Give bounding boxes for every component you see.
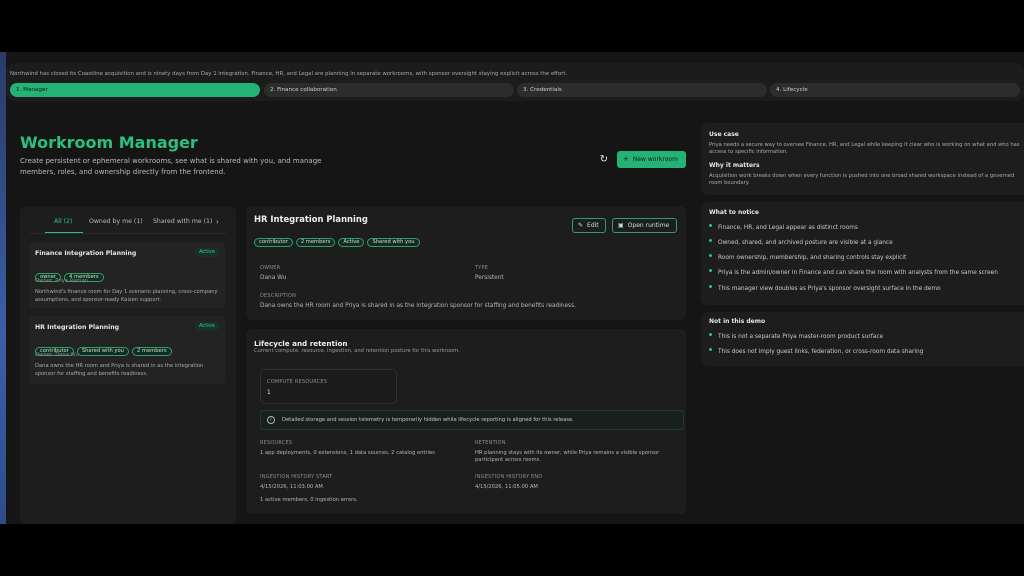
info-icon: i <box>267 416 275 424</box>
compute-label: COMPUTE RESOURCES <box>267 379 328 385</box>
description-label: DESCRIPTION <box>260 293 297 299</box>
use-case-text: Priya needs a secure way to oversee Fina… <box>709 142 1020 156</box>
bullet-icon <box>709 333 712 336</box>
description-value: Dana owns the HR room and Priya is share… <box>260 303 576 309</box>
active-tab-indicator <box>45 232 83 233</box>
list-item-finance[interactable]: Finance Integration Planning Active owne… <box>29 242 225 308</box>
lifecycle-title: Lifecycle and retention <box>254 339 348 348</box>
notice-item: Room ownership, membership, and sharing … <box>718 255 907 261</box>
why-title: Why it matters <box>709 162 760 169</box>
tabs-divider <box>30 233 226 234</box>
new-workroom-button[interactable]: + New workroom <box>617 151 686 168</box>
plus-icon: + <box>623 155 629 163</box>
resources-value: 1 app deployments, 0 extensions, 1 data … <box>260 450 435 456</box>
ingest-start-value: 4/15/2026, 11:03:00 AM <box>260 484 323 490</box>
notice-item: Finance, HR, and Legal appear as distinc… <box>718 225 858 231</box>
edit-label: Edit <box>587 222 599 229</box>
status-badge: Active <box>194 248 219 257</box>
page-title: Workroom Manager <box>20 133 198 152</box>
step-finance-collaboration[interactable]: 2. Finance collaboration <box>264 83 514 97</box>
lifecycle-footer: 1 active members, 0 ingestion errors. <box>260 497 358 503</box>
compute-resources-box: COMPUTE RESOURCES 1 <box>260 369 397 404</box>
detail-chips: contributor 2 members Active Shared with yo… <box>254 228 423 247</box>
step-manager[interactable]: 1. Manager <box>10 83 260 97</box>
ingest-end-value: 4/15/2026, 11:05:00 AM <box>475 484 538 490</box>
refresh-icon[interactable]: ↻ <box>598 154 610 166</box>
shared-chip: Shared with you <box>367 238 420 247</box>
chevron-right-icon[interactable]: › <box>216 218 219 226</box>
room-description: Dana owns the HR room and Priya is share… <box>35 363 204 377</box>
page-subtitle: Create persistent or ephemeral workrooms… <box>20 157 322 176</box>
notice-item: Priya is the admin/owner in Finance and … <box>718 270 998 276</box>
members-chip: 2 members <box>295 238 336 247</box>
step-lifecycle[interactable]: 4. Lifecycle <box>770 83 1020 97</box>
room-title: Finance Integration Planning <box>35 250 137 257</box>
open-runtime-button[interactable]: ▣ Open runtime <box>612 218 677 233</box>
telemetry-notice: i Detailed storage and session telemetry… <box>260 410 684 430</box>
bullet-icon <box>709 269 712 272</box>
telemetry-notice-text: Detailed storage and session telemetry i… <box>282 417 574 423</box>
not-item: This is not a separate Priya master-room… <box>718 334 884 340</box>
ingest-end-label: INGESTION HISTORY END <box>475 474 543 480</box>
terminal-icon: ▣ <box>618 222 624 229</box>
type-value: Persistent <box>475 275 504 281</box>
role-chip: contributor <box>254 238 293 247</box>
retention-label: RETENTION <box>475 440 506 446</box>
bullet-icon <box>709 348 712 351</box>
room-title: HR Integration Planning <box>35 324 120 331</box>
bullet-icon <box>709 239 712 242</box>
not-in-demo-title: Not in this demo <box>709 318 766 325</box>
tab-shared[interactable]: Shared with me (1) <box>153 218 212 225</box>
tab-all[interactable]: All (2) <box>54 218 72 225</box>
resources-label: RESOURCES <box>260 440 293 446</box>
retention-value: HR planning stays with its owner, while … <box>475 450 660 464</box>
edit-icon: ✎ <box>578 222 584 229</box>
use-case-title: Use case <box>709 131 739 138</box>
window-edge <box>0 52 6 524</box>
not-item: This does not imply guest links, federat… <box>718 349 924 355</box>
type-label: TYPE <box>475 265 489 271</box>
bullet-icon <box>709 254 712 257</box>
lifecycle-subtitle: Current compute, resource, ingestion, an… <box>254 348 460 354</box>
ingest-start-label: INGESTION HISTORY START <box>260 474 333 480</box>
scenario-text: Northwind has closed its Coastline acqui… <box>10 71 568 77</box>
new-workroom-label: New workroom <box>632 156 678 163</box>
members-chip: 2 members <box>131 347 172 356</box>
notice-item: Owned, shared, and archived posture are … <box>718 240 893 246</box>
compute-value: 1 <box>267 390 271 396</box>
notice-title: What to notice <box>709 209 759 216</box>
edit-button[interactable]: ✎ Edit <box>572 218 606 233</box>
detail-title: HR Integration Planning <box>254 214 368 224</box>
room-owner: Owner: Dana Wu <box>35 352 79 358</box>
bullet-icon <box>709 224 712 227</box>
notice-item: This manager view doubles as Priya's spo… <box>718 286 941 292</box>
bullet-icon <box>709 285 712 288</box>
step-nav: 1. Manager 2. Finance collaboration 3. C… <box>10 83 1020 97</box>
status-chip: Active <box>338 238 365 247</box>
tab-owned[interactable]: Owned by me (1) <box>89 218 143 225</box>
why-text: Acquisition work breaks down when every … <box>709 173 1015 187</box>
owner-value: Dana Wu <box>260 275 287 281</box>
open-runtime-label: Open runtime <box>627 222 670 229</box>
room-description: Northwind's finance room for Day 1 scena… <box>35 289 218 303</box>
list-item-hr[interactable]: HR Integration Planning Active contribut… <box>29 316 225 384</box>
step-credentials[interactable]: 3. Credentials <box>517 83 767 97</box>
status-badge: Active <box>194 322 219 331</box>
room-owner: Owner: Priya Raman <box>35 278 88 284</box>
shared-chip: Shared with you <box>76 347 129 356</box>
owner-label: OWNER <box>260 265 281 271</box>
